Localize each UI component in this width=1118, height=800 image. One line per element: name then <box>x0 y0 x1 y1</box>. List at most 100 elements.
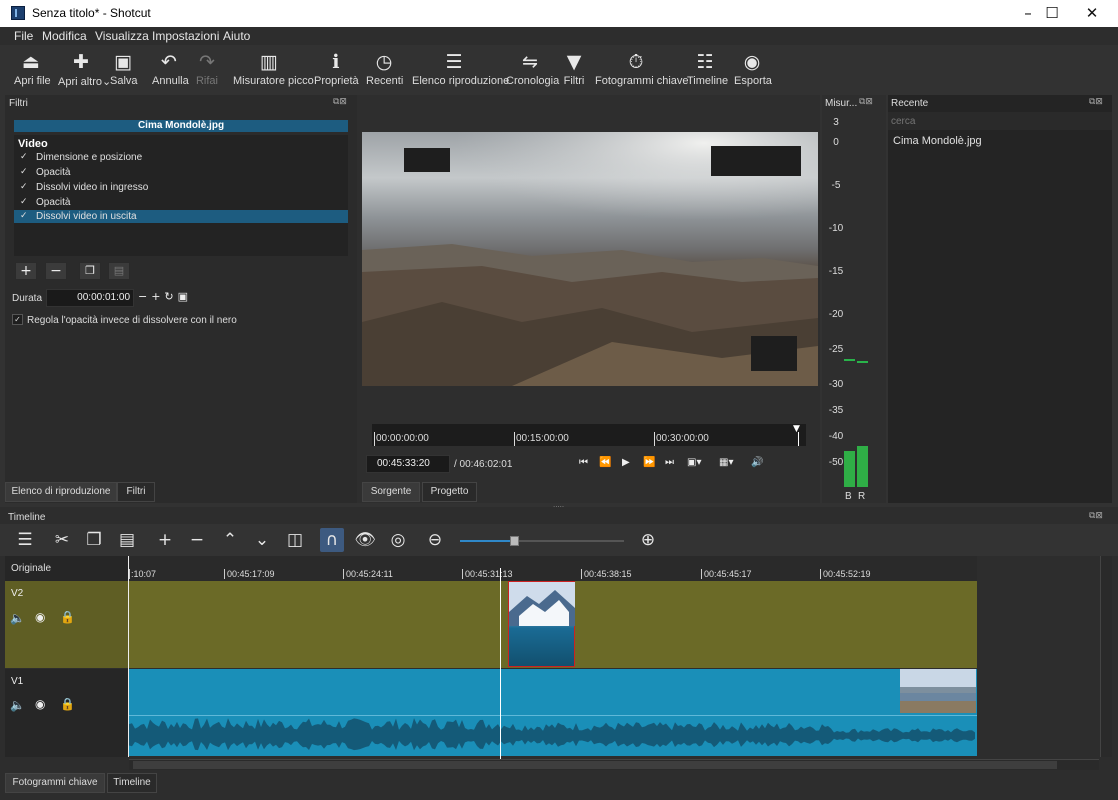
save-button[interactable]: ▣ Salva <box>110 49 138 87</box>
filter-item[interactable]: ✓ Dissolvi video in ingresso <box>14 181 348 194</box>
recent-panel-title: Recente <box>891 98 929 109</box>
tab-keyframes[interactable]: Fotogrammi chiave <box>5 773 105 793</box>
copy-icon[interactable]: ❐ <box>82 528 106 552</box>
play-icon[interactable]: ▶ <box>622 457 630 468</box>
add-filter-button[interactable]: + <box>15 262 37 280</box>
tab-project[interactable]: Progetto <box>422 482 477 502</box>
check-icon[interactable]: ✓ <box>20 210 28 223</box>
redaction-box <box>711 146 801 176</box>
panel-float-close-icon[interactable]: ⧉⊠ <box>1089 511 1103 521</box>
filter-item[interactable]: ✓ Dimensione e posizione <box>14 151 348 164</box>
check-icon[interactable]: ✓ <box>20 166 28 179</box>
mute-icon[interactable]: 🔈 <box>10 698 25 712</box>
scrub-icon[interactable]: 👁 <box>353 528 377 552</box>
filter-item[interactable]: ✓ Opacità <box>14 166 348 179</box>
timeline-vertical-scrollbar[interactable] <box>1100 556 1112 757</box>
fast-forward-icon[interactable]: ⏩ <box>643 457 655 468</box>
snap-magnet-icon[interactable]: ∩ <box>320 528 344 552</box>
remove-filter-button[interactable]: − <box>45 262 67 280</box>
rewind-icon[interactable]: ⏪ <box>599 457 611 468</box>
panel-float-close-icon[interactable]: ⧉⊠ <box>333 97 347 107</box>
overwrite-icon[interactable]: ⌄ <box>250 528 274 552</box>
timeline-menu-icon[interactable]: ☰ <box>13 528 37 552</box>
visibility-eye-icon[interactable]: ◉ <box>35 610 45 624</box>
open-other-button[interactable]: ✚ Apri altro⌄ <box>58 49 111 88</box>
history-button[interactable]: ⇋ Cronologia <box>506 49 559 87</box>
timeline-scroll-thumb[interactable] <box>133 761 1057 769</box>
panel-float-close-icon[interactable]: ⧉⊠ <box>1089 97 1103 107</box>
track-name-v2: V2 <box>11 588 24 599</box>
meter-scale-label: -40 <box>828 431 844 442</box>
menu-impostazioni[interactable]: Impostazioni <box>152 29 219 43</box>
duration-controls-icon[interactable]: −+↻▣ <box>138 290 192 303</box>
filter-item[interactable]: ✓ Opacità <box>14 196 348 209</box>
remove-icon[interactable]: − <box>185 528 209 552</box>
cut-icon[interactable]: ✂ <box>50 528 74 552</box>
meter-scale-label: -25 <box>828 344 844 355</box>
menu-aiuto[interactable]: Aiuto <box>223 29 250 43</box>
skip-next-icon[interactable]: ⏭ <box>665 457 674 468</box>
append-icon[interactable]: + <box>153 528 177 552</box>
peak-meter-button[interactable]: ▥ Misuratore picco <box>233 49 314 87</box>
playlist-button[interactable]: ☰ Elenco riproduzione <box>412 49 509 87</box>
audio-waveform <box>129 718 975 751</box>
lift-icon[interactable]: ⌃ <box>218 528 242 552</box>
check-icon[interactable]: ✓ <box>20 151 28 164</box>
clip-end-thumbnail <box>900 669 976 713</box>
grid-icon[interactable]: ▦▾ <box>719 457 733 468</box>
panel-float-close-icon[interactable]: ⧉⊠ <box>859 97 873 107</box>
zoom-slider-handle[interactable] <box>510 536 520 546</box>
lock-icon[interactable]: 🔒 <box>60 697 75 711</box>
scrubber-bar[interactable]: 00:00:00:00 00:15:00:00 00:30:00:00 ▼ <box>372 424 806 446</box>
timeline-playhead[interactable] <box>500 568 501 760</box>
volume-icon[interactable]: 🔊 <box>751 457 763 468</box>
duration-field[interactable]: 00:00:01:00 <box>46 289 134 307</box>
meter-scale-label: 3 <box>833 117 839 128</box>
recent-button[interactable]: ◷ Recenti <box>366 49 403 87</box>
menu-modifica[interactable]: Modifica <box>42 29 87 43</box>
clip-v1-video[interactable] <box>129 669 977 756</box>
timeline-horizontal-scrollbar[interactable] <box>129 759 1099 770</box>
split-icon[interactable]: ◫ <box>283 528 307 552</box>
export-button[interactable]: ◉ Esporta <box>734 49 772 87</box>
paste-icon[interactable]: ▤ <box>115 528 139 552</box>
tab-playlist[interactable]: Elenco di riproduzione <box>5 482 117 502</box>
track-header-v1[interactable] <box>5 669 129 757</box>
tab-timeline[interactable]: Timeline <box>107 773 157 793</box>
lock-icon[interactable]: 🔒 <box>60 610 75 624</box>
redo-button[interactable]: ↷ Rifai <box>194 49 220 87</box>
open-file-button[interactable]: ⏏ Apri file <box>14 49 51 87</box>
zoom-fit-icon[interactable]: ▣▾ <box>687 457 701 468</box>
skip-previous-icon[interactable]: ⏮ <box>579 457 588 468</box>
position-timecode-field[interactable]: 00:45:33:20 <box>366 455 450 473</box>
recent-item[interactable]: Cima Mondolè.jpg <box>893 135 982 147</box>
filters-button[interactable]: ▼ Filtri <box>562 49 586 87</box>
menu-file[interactable]: File <box>14 29 33 43</box>
properties-button[interactable]: ℹ Proprietà <box>314 49 359 87</box>
paste-filter-button[interactable]: ▤ <box>108 262 130 280</box>
visibility-eye-icon[interactable]: ◉ <box>35 697 45 711</box>
filter-item-selected[interactable]: ✓ Dissolvi video in uscita <box>14 210 348 223</box>
duration-label: Durata <box>12 293 43 304</box>
undo-button[interactable]: ↶ Annulla <box>152 49 189 87</box>
close-button[interactable]: ✕ <box>1069 0 1115 27</box>
zoom-in-icon[interactable]: ⊕ <box>636 528 660 552</box>
tab-source[interactable]: Sorgente <box>362 482 420 502</box>
copy-filter-button[interactable]: ❐ <box>79 262 101 280</box>
peak-meter-title: Misur... <box>825 98 858 109</box>
keyframes-button[interactable]: ⏱ Fotogrammi chiave <box>595 49 689 87</box>
timeline-button[interactable]: ☷ Timeline <box>687 49 728 87</box>
check-icon[interactable]: ✓ <box>20 196 28 209</box>
recent-search-input[interactable] <box>888 112 1112 130</box>
opacity-checkbox[interactable]: ✓ <box>12 314 23 325</box>
tab-filters[interactable]: Filtri <box>117 482 155 502</box>
zoom-out-icon[interactable]: ⊖ <box>423 528 447 552</box>
zoom-slider[interactable] <box>460 536 624 546</box>
ripple-icon[interactable]: ◎ <box>386 528 410 552</box>
ruler-tick: 00:45:52:19 <box>820 569 871 579</box>
check-icon[interactable]: ✓ <box>20 181 28 194</box>
menu-visualizza[interactable]: Visualizza <box>95 29 149 43</box>
clip-cima-mondole[interactable] <box>508 581 575 667</box>
mute-icon[interactable]: 🔈 <box>10 611 25 625</box>
ruler-tick: 00:45:38:15 <box>581 569 632 579</box>
